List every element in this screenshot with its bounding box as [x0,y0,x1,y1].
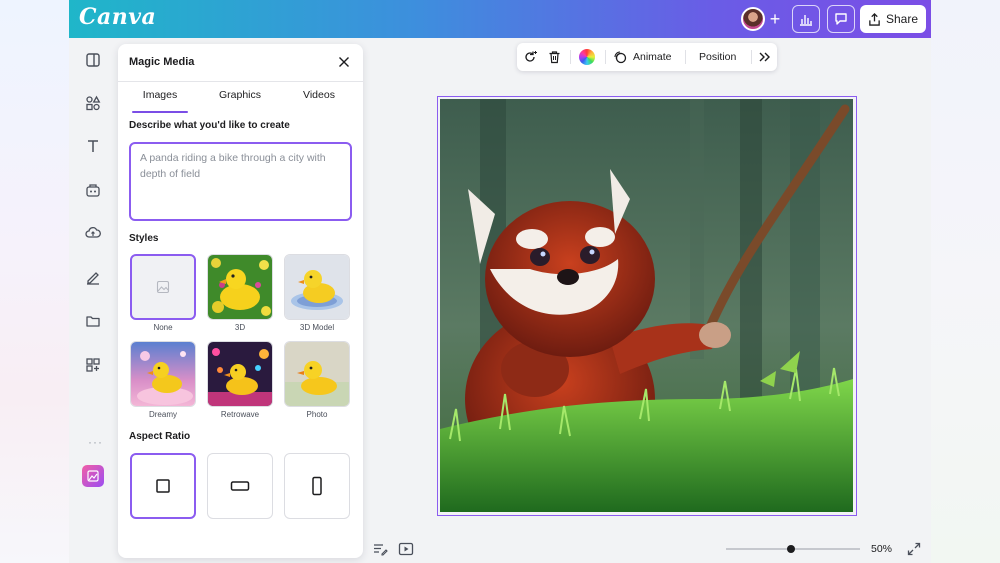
zoom-slider-handle[interactable] [787,545,795,553]
magic-media-panel: Magic Media Images Graphics Videos Descr… [118,44,363,558]
aspect-ratio-label: Aspect Ratio [129,431,191,442]
background-right [931,0,1000,563]
style-thumb-photo [284,341,350,407]
canva-logo: Canva [79,4,157,30]
insights-button[interactable] [792,5,820,33]
background-left [0,0,69,563]
tab-graphics[interactable]: Graphics [212,89,268,109]
panel-divider [118,81,363,82]
style-thumb-none [130,254,196,320]
style-caption: Retrowave [220,410,260,419]
styles-label: Styles [129,233,159,244]
tab-images[interactable]: Images [132,89,188,113]
trash-icon[interactable] [548,43,561,71]
color-wheel-icon[interactable] [579,43,595,71]
square-icon [156,479,170,493]
draw-icon[interactable] [81,265,105,289]
image-placeholder-icon [156,280,170,294]
position-button[interactable]: Position [699,43,736,71]
animate-button[interactable]: Animate [613,43,672,71]
prompt-input[interactable]: A panda riding a bike through a city wit… [129,142,352,221]
panel-title: Magic Media [129,56,195,68]
add-collaborator-button[interactable]: + [765,5,785,33]
uploads-icon[interactable] [81,221,105,245]
toolbar-separator [570,50,571,64]
landscape-icon [230,481,250,491]
style-thumb-dreamy [130,341,196,407]
side-rail: ··· [69,38,117,563]
style-caption: Dreamy [148,410,177,419]
toolbar-separator [751,50,752,64]
share-button[interactable]: Share [860,5,926,33]
notes-icon[interactable] [372,541,388,557]
apps-icon[interactable] [81,353,105,377]
canva-editor: Canva + Share ··· Magic Media Images Gra… [69,0,931,563]
elements-icon[interactable] [81,91,105,115]
style-caption: 3D Model [299,323,335,332]
element-toolbar: Animate Position [517,43,777,71]
describe-label: Describe what you'd like to create [129,120,290,131]
more-dots-icon[interactable]: ··· [88,435,103,449]
brand-icon[interactable] [81,178,105,202]
upload-icon [869,12,880,26]
canvas-selected-image[interactable] [437,96,857,516]
style-option-dreamy[interactable]: Dreamy [130,341,196,419]
text-icon[interactable] [81,134,105,158]
style-caption: None [153,323,173,332]
aspect-portrait-option[interactable] [284,453,350,519]
toolbar-separator [685,50,686,64]
design-icon[interactable] [81,48,105,72]
close-icon[interactable] [336,54,352,70]
style-option-3d-model[interactable]: 3D Model [284,254,350,332]
style-caption: 3D [234,323,246,332]
bar-chart-icon [800,15,812,26]
animate-label: Animate [633,51,672,63]
tab-videos[interactable]: Videos [294,89,344,109]
comments-button[interactable] [827,5,855,33]
more-chevron-icon[interactable] [758,43,771,71]
regenerate-icon[interactable] [523,43,537,71]
style-thumb-3d [207,254,273,320]
style-option-retrowave[interactable]: Retrowave [207,341,273,419]
aspect-square-option[interactable] [130,453,196,519]
style-thumb-3d-model [284,254,350,320]
animate-icon [614,51,627,64]
style-option-3d[interactable]: 3D [207,254,273,332]
present-play-icon[interactable] [398,541,414,557]
zoom-percentage[interactable]: 50% [871,543,892,555]
style-caption: Photo [306,410,328,419]
user-avatar[interactable] [741,7,765,31]
toolbar-separator [605,50,606,64]
red-panda-image [440,99,853,512]
portrait-icon [312,476,322,496]
aspect-landscape-option[interactable] [207,453,273,519]
share-label: Share [885,12,919,26]
comment-icon [835,13,847,25]
magic-media-rail-icon[interactable] [82,465,104,487]
folder-icon[interactable] [81,309,105,333]
top-bar: Canva + Share [69,0,931,38]
style-option-photo[interactable]: Photo [284,341,350,419]
style-option-none[interactable]: None [130,254,196,332]
fullscreen-icon[interactable] [906,541,922,557]
style-thumb-retrowave [207,341,273,407]
